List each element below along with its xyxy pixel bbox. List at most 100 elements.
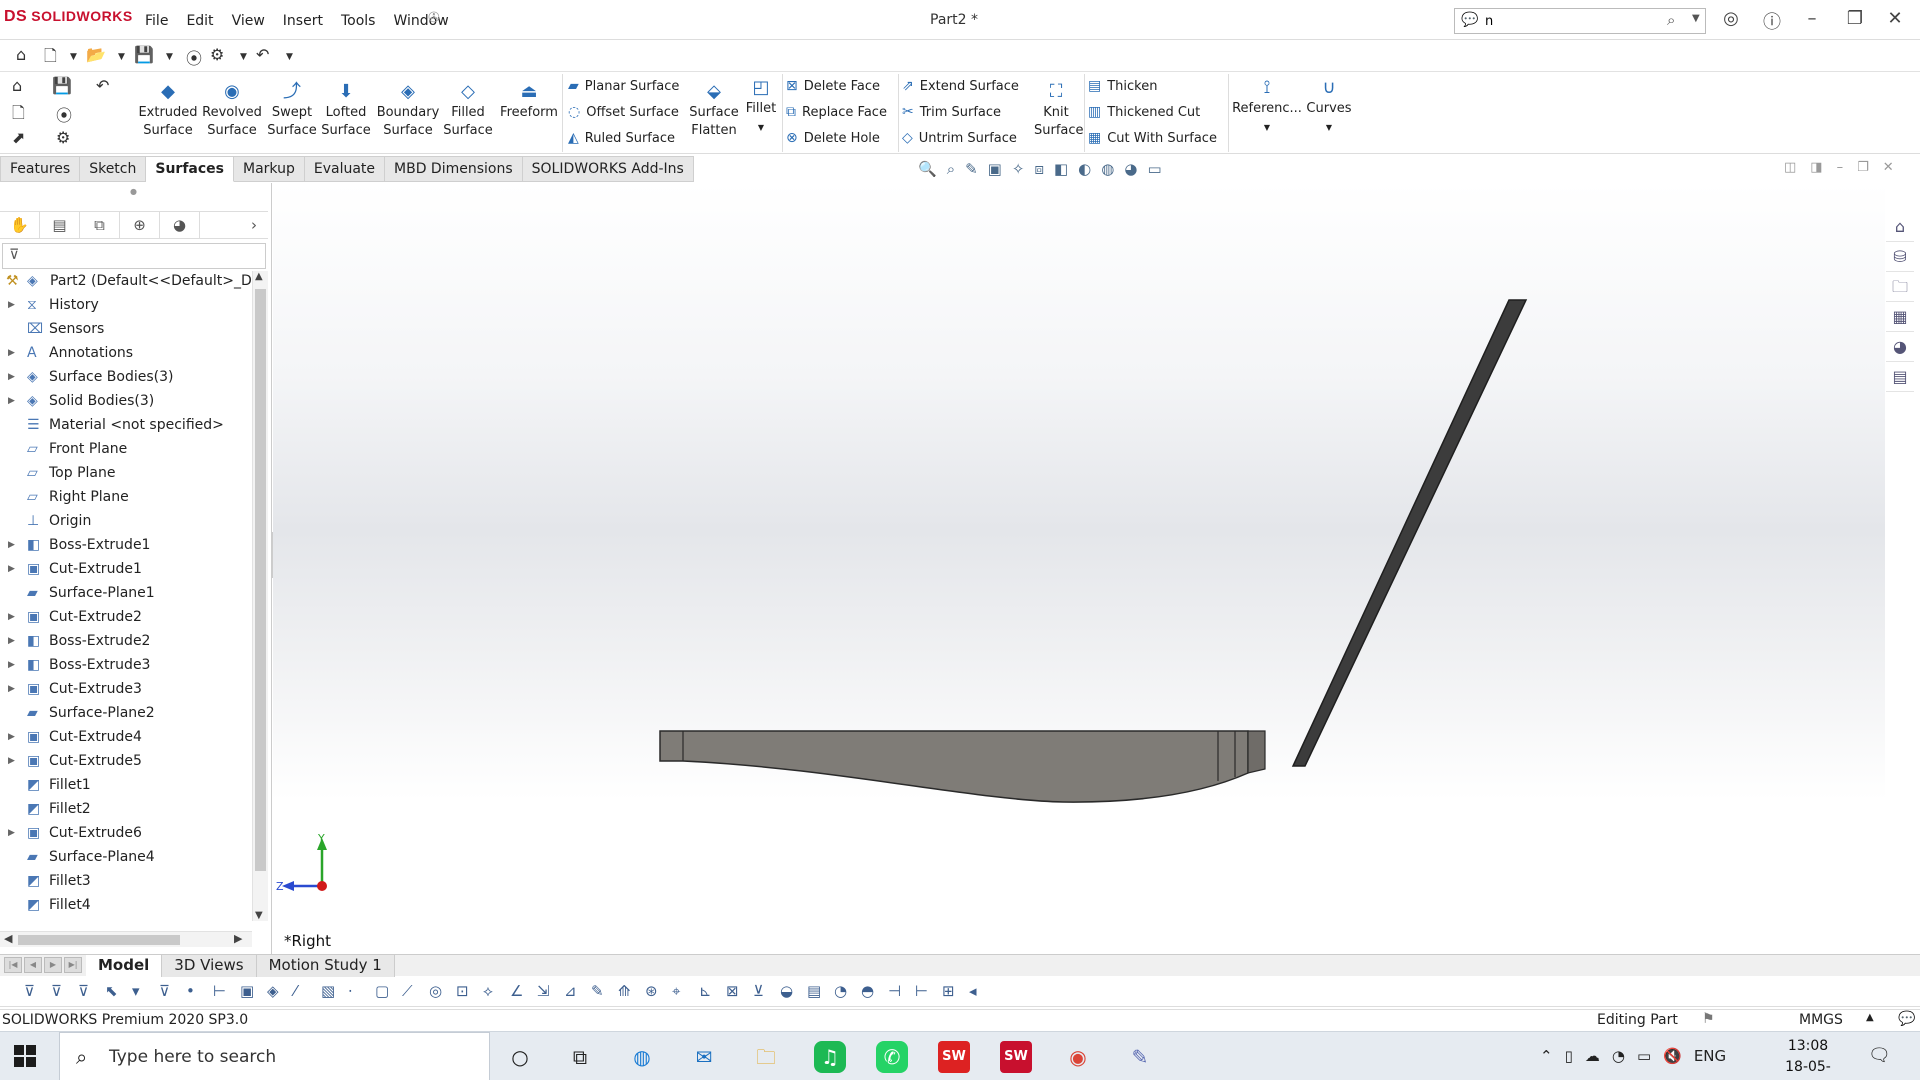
spotify-icon[interactable]: ♫ bbox=[814, 1041, 846, 1073]
pattern-icon[interactable]: ⊿ bbox=[564, 982, 577, 1000]
display-icon[interactable]: ⊛ bbox=[645, 982, 658, 1000]
mail-icon[interactable]: ✉ bbox=[688, 1041, 720, 1073]
tree-horizontal-scrollbar[interactable]: ◀ ▶ bbox=[0, 931, 252, 947]
replace-face-button[interactable]: ⧉ Replace Face bbox=[786, 104, 887, 120]
offset-icon[interactable]: ∠ bbox=[510, 982, 523, 1000]
tree-item[interactable]: ▶ ◧ Boss-Extrude3 bbox=[0, 653, 252, 677]
file-explorer-icon[interactable]: 🗀 bbox=[750, 1041, 782, 1073]
edge-browser-icon[interactable]: ◍ bbox=[626, 1041, 658, 1073]
tab-3d-views[interactable]: 3D Views bbox=[162, 955, 257, 977]
configuration-manager-tab-icon[interactable]: ⧉ bbox=[80, 212, 120, 239]
tree-item[interactable]: ▶ ◈ Surface Bodies(3) bbox=[0, 365, 252, 389]
new-document-icon[interactable]: 🗋 bbox=[44, 45, 57, 72]
tree-item[interactable]: ▶ ▣ Cut-Extrude5 bbox=[0, 749, 252, 773]
line-icon[interactable]: ⊢ bbox=[213, 982, 226, 1000]
user-icon[interactable]: ◎ bbox=[1716, 8, 1746, 29]
close-button[interactable]: ✕ bbox=[1880, 8, 1910, 29]
notifications-icon[interactable]: 🗨 bbox=[1868, 1045, 1891, 1066]
gear-icon[interactable]: ⚙ bbox=[56, 128, 70, 147]
paint-icon[interactable]: ✎ bbox=[1124, 1041, 1156, 1073]
revolved-surface-button[interactable]: ◉ Revolved Surface bbox=[202, 82, 262, 140]
tree-item[interactable]: ▶ ⧖ History bbox=[0, 293, 252, 317]
extend-surface-button[interactable]: ⇗ Extend Surface bbox=[902, 78, 1019, 94]
ruled-surface-button[interactable]: ◭ Ruled Surface bbox=[568, 130, 675, 146]
expand-arrow-icon[interactable]: ▶ bbox=[8, 557, 15, 581]
scroll-thumb[interactable] bbox=[18, 935, 180, 945]
scroll-left-icon[interactable]: ◀ bbox=[4, 932, 12, 945]
tree-item[interactable]: ▶ ◧ Boss-Extrude2 bbox=[0, 629, 252, 653]
point-icon[interactable]: ⊡ bbox=[456, 982, 469, 1000]
mirror-icon[interactable]: ⇲ bbox=[537, 982, 550, 1000]
tree-item[interactable]: ◩ Fillet5 bbox=[0, 917, 252, 921]
fillet-icon[interactable]: ⊠ bbox=[726, 982, 739, 1000]
tree-item[interactable]: ▶ ▣ Cut-Extrude6 bbox=[0, 821, 252, 845]
fillet-button[interactable]: ◰ Fillet ▼ bbox=[742, 78, 780, 137]
tree-root[interactable]: ⚒ ◈ Part2 (Default<<Default>_Dis bbox=[0, 269, 252, 293]
menu-insert[interactable]: Insert bbox=[283, 13, 323, 29]
part-model[interactable] bbox=[659, 299, 1528, 803]
tree-item[interactable]: ⌧ Sensors bbox=[0, 317, 252, 341]
select-icon[interactable]: ⬈ bbox=[12, 128, 25, 147]
feature-manager-tab-icon[interactable]: ✋ bbox=[0, 212, 40, 239]
expand-arrow-icon[interactable]: ▶ bbox=[8, 653, 15, 677]
first-tab-icon[interactable]: |◀ bbox=[4, 957, 22, 973]
circle-icon[interactable]: ◔ bbox=[834, 982, 847, 1000]
scroll-right-icon[interactable]: ▶ bbox=[234, 932, 242, 945]
chevron-down-icon[interactable]: ▼ bbox=[166, 52, 173, 62]
expand-arrow-icon[interactable]: ▶ bbox=[8, 821, 15, 845]
edit-appearance-icon[interactable]: ◍ bbox=[1101, 160, 1114, 178]
relation-icon[interactable]: ⟰ bbox=[618, 982, 631, 1000]
planar-surface-button[interactable]: ▰ Planar Surface bbox=[568, 78, 679, 94]
section-view-icon[interactable]: ▣ bbox=[988, 160, 1002, 178]
cortana-icon[interactable]: ○ bbox=[504, 1041, 536, 1073]
menu-file[interactable]: File bbox=[145, 13, 168, 29]
expand-arrow-icon[interactable]: ▶ bbox=[8, 533, 15, 557]
inclined-surface-body[interactable] bbox=[1291, 299, 1528, 767]
chevron-down-icon[interactable]: ▼ bbox=[240, 52, 247, 62]
design-library-icon[interactable]: ⛁ bbox=[1886, 242, 1914, 272]
solidworks-logo[interactable]: DS SOLIDWORKS bbox=[4, 8, 133, 26]
chevron-down-icon[interactable]: ▼ bbox=[70, 52, 77, 62]
tree-item[interactable]: ◩ Fillet4 bbox=[0, 893, 252, 917]
unit-system[interactable]: MMGS bbox=[1799, 1012, 1843, 1028]
convert-icon[interactable]: ⟡ bbox=[483, 982, 493, 1000]
chevron-down-icon[interactable]: ▼ bbox=[286, 52, 293, 62]
chevron-down-icon[interactable]: ▼ bbox=[1326, 123, 1332, 132]
filter-icon[interactable]: ⊽ bbox=[159, 982, 170, 1000]
plane-icon[interactable]: ◒ bbox=[780, 982, 793, 1000]
traffic-light-icon[interactable]: ⦿ bbox=[186, 45, 202, 69]
view-palette-icon[interactable]: ▦ bbox=[1886, 302, 1914, 332]
home-icon[interactable]: ⌂ bbox=[12, 76, 22, 95]
chevron-down-icon[interactable]: ▼ bbox=[118, 52, 125, 62]
thickened-cut-button[interactable]: ▥ Thickened Cut bbox=[1088, 104, 1200, 120]
restore-icon[interactable]: ❐ bbox=[1857, 160, 1869, 175]
cut-with-surface-button[interactable]: ▦ Cut With Surface bbox=[1088, 130, 1217, 146]
property-manager-tab-icon[interactable]: ▤ bbox=[40, 212, 80, 239]
thicken-button[interactable]: ▤ Thicken bbox=[1088, 78, 1157, 94]
trim-icon[interactable]: ◎ bbox=[429, 982, 442, 1000]
windows-start-icon[interactable] bbox=[14, 1045, 36, 1067]
solid-body[interactable] bbox=[659, 730, 1249, 803]
freeform-button[interactable]: ⏏ Freeform bbox=[498, 82, 560, 122]
scroll-down-icon[interactable]: ▼ bbox=[255, 910, 263, 921]
joint-region[interactable] bbox=[1247, 730, 1266, 774]
text-icon[interactable]: ⌖ bbox=[672, 982, 680, 1000]
tile-right-icon[interactable]: ◨ bbox=[1810, 160, 1822, 175]
pin-icon[interactable]: ✇ bbox=[428, 10, 440, 26]
search-box[interactable]: 💬 ⌕ ▼ bbox=[1454, 8, 1706, 34]
restore-button[interactable]: ❐ bbox=[1840, 8, 1870, 29]
arrow-icon[interactable]: ◂ bbox=[969, 982, 977, 1000]
expand-arrow-icon[interactable]: ▶ bbox=[8, 365, 15, 389]
panel-grip-icon[interactable]: ● bbox=[130, 187, 137, 196]
dimxpert-manager-tab-icon[interactable]: ⊕ bbox=[120, 212, 160, 239]
tab-mbd-dimensions[interactable]: MBD Dimensions bbox=[385, 156, 523, 182]
expand-arrow-icon[interactable]: ▶ bbox=[8, 677, 15, 701]
spline-icon[interactable]: ◈ bbox=[267, 982, 279, 1000]
tab-solidworks-add-ins[interactable]: SOLIDWORKS Add-Ins bbox=[522, 156, 694, 182]
knit-surface-button[interactable]: ⛶ Knit Surface bbox=[1034, 82, 1084, 140]
chevron-up-icon[interactable]: ▲ bbox=[1866, 1012, 1874, 1023]
menu-tools[interactable]: Tools bbox=[341, 13, 376, 29]
expand-arrow-icon[interactable]: ▶ bbox=[8, 341, 15, 365]
select-arrow-icon[interactable]: ⬉ bbox=[105, 982, 118, 1000]
graphics-area[interactable] bbox=[273, 183, 1885, 954]
